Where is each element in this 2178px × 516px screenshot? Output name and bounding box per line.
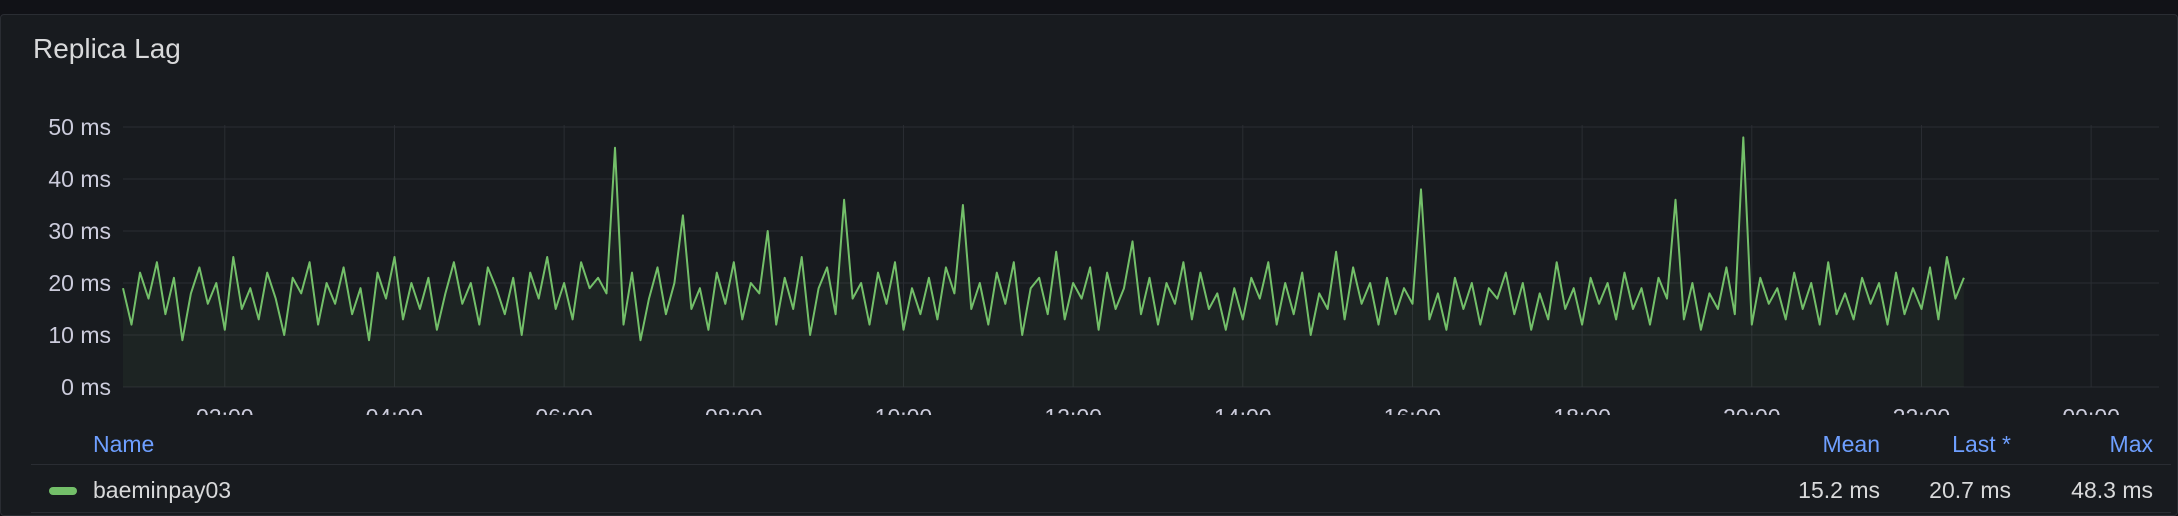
y-tick-label: 20 ms	[48, 270, 111, 296]
legend-header: Name Mean Last * Max	[31, 425, 2171, 465]
x-tick-label: 16:00	[1384, 404, 1442, 415]
legend-header-last[interactable]: Last *	[1952, 431, 2011, 458]
series-color-swatch[interactable]	[49, 487, 77, 495]
y-tick-label: 10 ms	[48, 322, 111, 348]
y-tick-label: 0 ms	[61, 374, 111, 400]
legend-row[interactable]: baeminpay03 15.2 ms 20.7 ms 48.3 ms	[31, 465, 2171, 513]
x-axis-ticks: 02:00 04:00 06:00 08:00 10:00 12:00 14:00 16:00…	[196, 404, 2120, 415]
replica-lag-panel: Replica Lag 0 ms 10 ms 20 ms 30 ms 40 ms 50 m…	[0, 14, 2178, 516]
y-axis-ticks: 0 ms 10 ms 20 ms 30 ms 40 ms 50 ms	[48, 114, 111, 400]
legend-series-mean: 15.2 ms	[1798, 477, 1880, 503]
x-tick-label: 20:00	[1723, 404, 1781, 415]
legend-header-max[interactable]: Max	[2110, 431, 2153, 458]
x-tick-label: 02:00	[196, 404, 254, 415]
x-tick-label: 14:00	[1214, 404, 1272, 415]
x-tick-label: 12:00	[1044, 404, 1102, 415]
chart-plot: 0 ms 10 ms 20 ms 30 ms 40 ms 50 ms 02:00 04:00…	[48, 114, 2159, 415]
x-tick-label: 04:00	[366, 404, 424, 415]
y-tick-label: 50 ms	[48, 114, 111, 140]
y-tick-label: 40 ms	[48, 166, 111, 192]
legend-series-last: 20.7 ms	[1929, 477, 2011, 503]
legend-header-mean[interactable]: Mean	[1822, 431, 1880, 458]
x-tick-label: 22:00	[1893, 404, 1951, 415]
x-tick-label: 00:00	[2062, 404, 2120, 415]
legend-series-name[interactable]: baeminpay03	[93, 477, 231, 504]
x-tick-label: 06:00	[535, 404, 593, 415]
legend-header-name[interactable]: Name	[93, 431, 154, 458]
legend-table: Name Mean Last * Max baeminpay03 15.2 ms…	[31, 425, 2171, 513]
legend-series-max: 48.3 ms	[2071, 477, 2153, 503]
y-tick-label: 30 ms	[48, 218, 111, 244]
x-tick-label: 08:00	[705, 404, 763, 415]
series-area-baeminpay03	[123, 137, 1964, 387]
x-tick-label: 18:00	[1553, 404, 1611, 415]
x-tick-label: 10:00	[875, 404, 933, 415]
